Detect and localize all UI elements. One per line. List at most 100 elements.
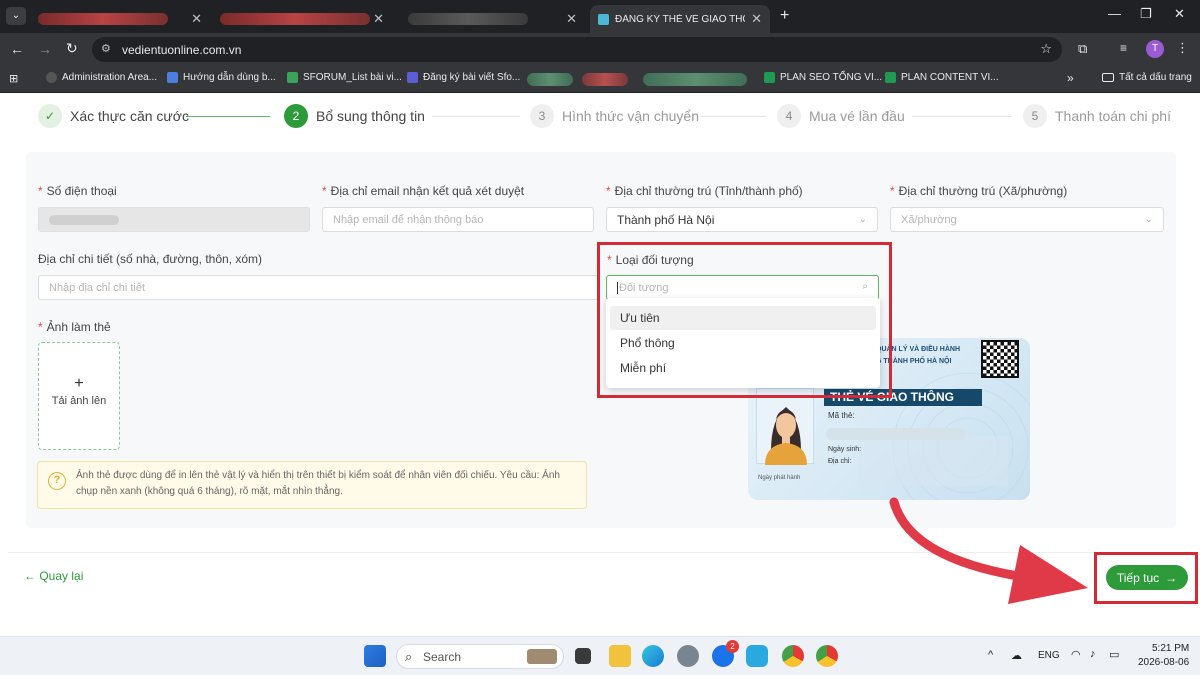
- windows-taskbar: ⌕ Search 2 ^ ☁ ENG ◠ ♪ ▭ 5:21 PM 2026-08…: [0, 636, 1200, 675]
- menu-kebab-icon[interactable]: ⋮: [1176, 40, 1189, 56]
- file-explorer-icon[interactable]: [609, 645, 631, 667]
- window-close-icon[interactable]: ✕: [1174, 6, 1185, 22]
- new-tab-button[interactable]: +: [780, 7, 789, 25]
- settings-icon[interactable]: [677, 645, 699, 667]
- step-connector: [186, 116, 270, 117]
- sheets-icon: [764, 72, 775, 83]
- province-label: * Địa chỉ thường trú (Tỉnh/thành phố): [606, 184, 803, 198]
- bookmark-item[interactable]: [643, 73, 747, 86]
- task-view-icon[interactable]: [575, 648, 591, 664]
- windows-start-icon[interactable]: [364, 645, 386, 667]
- site-info-icon[interactable]: ⚙: [101, 42, 111, 55]
- ward-label: * Địa chỉ thường trú (Xã/phường): [890, 184, 1068, 198]
- ward-select[interactable]: Xã/phường ⌄: [890, 207, 1164, 232]
- check-icon: ✓: [38, 104, 62, 128]
- bookmark-favicon-icon: [407, 72, 418, 83]
- zalo-icon[interactable]: 2: [712, 640, 739, 667]
- bookmark-favicon-icon: [287, 72, 298, 83]
- clock-time[interactable]: 5:21 PM: [1152, 643, 1189, 654]
- media-icon[interactable]: ≡: [1120, 41, 1127, 55]
- app-icon[interactable]: [746, 645, 768, 667]
- close-icon[interactable]: ✕: [566, 11, 577, 27]
- bookmark-item[interactable]: PLAN SEO TỔNG VI...: [764, 72, 882, 83]
- extensions-icon[interactable]: ⧉: [1078, 41, 1087, 57]
- language-indicator[interactable]: ENG: [1038, 650, 1060, 661]
- plus-icon: +: [74, 375, 84, 392]
- step-connector: [912, 116, 1012, 117]
- chevron-down-icon: ⌄: [858, 214, 867, 225]
- bookmarks-bar: ⊞ Administration Area... Hướng dẫn dùng …: [0, 66, 1200, 93]
- browser-tab-active[interactable]: ĐĂNG KÝ THẺ VÉ GIAO THÔNG ✕: [590, 5, 770, 33]
- all-bookmarks-button[interactable]: Tất cả dấu trang: [1102, 72, 1192, 83]
- bookmark-item[interactable]: SFORUM_List bài vi...: [287, 72, 402, 83]
- person-avatar-icon: [765, 407, 807, 465]
- volume-icon[interactable]: ♪: [1090, 648, 1096, 660]
- bookmark-star-icon[interactable]: ☆: [1040, 41, 1052, 57]
- arrow-right-icon: →: [1165, 570, 1178, 585]
- browser-toolbar: ← → ↻ ⚙ vedientuonline.com.vn ☆ ⧉ ≡ T ⋮: [0, 33, 1200, 66]
- step-first-ticket: 4 Mua vé lần đầu: [777, 104, 905, 128]
- question-icon: ?: [48, 472, 66, 490]
- site-favicon-icon: [598, 13, 609, 25]
- email-field[interactable]: Nhập email để nhận thông báo: [322, 207, 594, 232]
- photo-label: * Ảnh làm thẻ: [38, 320, 111, 334]
- bookmark-item[interactable]: Administration Area...: [46, 72, 157, 83]
- browser-tab-1[interactable]: ✕: [30, 5, 210, 33]
- browser-tab-3[interactable]: ✕: [400, 5, 585, 33]
- active-tab-title: ĐĂNG KÝ THẺ VÉ GIAO THÔNG: [615, 13, 745, 25]
- arrow-annotation-icon: [889, 497, 1088, 604]
- wifi-icon[interactable]: ◠: [1071, 648, 1081, 661]
- arrow-left-icon: ←: [24, 569, 40, 583]
- restore-icon[interactable]: ❐: [1140, 6, 1152, 22]
- bookmark-item[interactable]: Hướng dẫn dùng b...: [167, 72, 276, 83]
- edge-icon[interactable]: [642, 645, 664, 667]
- close-icon[interactable]: ✕: [191, 11, 202, 27]
- taskbar-search[interactable]: ⌕ Search: [396, 644, 564, 669]
- back-arrow-icon[interactable]: ←: [10, 41, 24, 57]
- url-text: vedientuonline.com.vn: [122, 42, 242, 57]
- chrome-icon[interactable]: [816, 645, 838, 667]
- chrome-icon[interactable]: [782, 645, 804, 667]
- email-label: * Địa chỉ email nhận kết quả xét duyệt: [322, 184, 525, 198]
- card-dob-label: Ngày sinh:: [828, 446, 862, 453]
- photo-upload-button[interactable]: + Tải ảnh lên: [38, 342, 120, 450]
- step-additional-info: 2 Bổ sung thông tin: [284, 104, 425, 128]
- province-select[interactable]: Thành phố Hà Nội ⌄: [606, 207, 878, 232]
- folder-icon: [1102, 73, 1114, 82]
- detail-address-label: Địa chỉ chi tiết (số nhà, đường, thôn, x…: [38, 252, 263, 266]
- tab-search-button[interactable]: ⌄: [6, 7, 26, 25]
- card-issue-label: Ngày phát hành: [758, 475, 801, 481]
- chevron-up-icon[interactable]: ^: [988, 649, 993, 661]
- bookmark-item[interactable]: PLAN CONTENT VI...: [885, 72, 999, 83]
- browser-tab-2[interactable]: ✕: [212, 5, 392, 33]
- qr-code-icon: [981, 340, 1019, 378]
- close-icon[interactable]: ✕: [373, 11, 384, 27]
- forward-arrow-icon[interactable]: →: [38, 41, 52, 57]
- highlight-box-dropdown: [597, 242, 892, 398]
- battery-icon[interactable]: ▭: [1109, 648, 1119, 661]
- minimize-icon[interactable]: —: [1108, 6, 1121, 21]
- redacted-value: [826, 428, 966, 440]
- clock-date[interactable]: 2026-08-06: [1138, 657, 1189, 668]
- next-button[interactable]: Tiếp tục →: [1106, 565, 1188, 590]
- step-verify-id: ✓ Xác thực căn cước: [38, 104, 189, 128]
- address-bar[interactable]: ⚙ vedientuonline.com.vn ☆: [92, 37, 1062, 62]
- phone-field[interactable]: [38, 207, 310, 232]
- bookmarks-overflow-button[interactable]: »: [1067, 71, 1074, 85]
- avatar: [756, 388, 814, 465]
- profile-avatar[interactable]: T: [1146, 40, 1164, 58]
- bookmark-item[interactable]: [527, 73, 573, 86]
- search-icon: ⌕: [405, 649, 413, 664]
- bookmark-item[interactable]: [582, 73, 628, 86]
- bookmark-item[interactable]: Đăng ký bài viết Sfo...: [407, 72, 520, 83]
- reload-icon[interactable]: ↻: [66, 40, 78, 57]
- step-payment: 5 Thanh toán chi phí: [1023, 104, 1171, 128]
- redacted-value: [49, 214, 119, 225]
- cloud-icon[interactable]: ☁: [1011, 649, 1022, 662]
- card-address-label: Địa chỉ:: [828, 458, 852, 465]
- back-button[interactable]: ← Quay lại: [24, 569, 83, 583]
- close-icon[interactable]: ✕: [751, 11, 762, 27]
- apps-grid-icon[interactable]: ⊞: [9, 72, 18, 85]
- detail-address-field[interactable]: Nhập địa chỉ chi tiết: [38, 275, 598, 300]
- card-id-label: Mã thẻ:: [828, 411, 855, 420]
